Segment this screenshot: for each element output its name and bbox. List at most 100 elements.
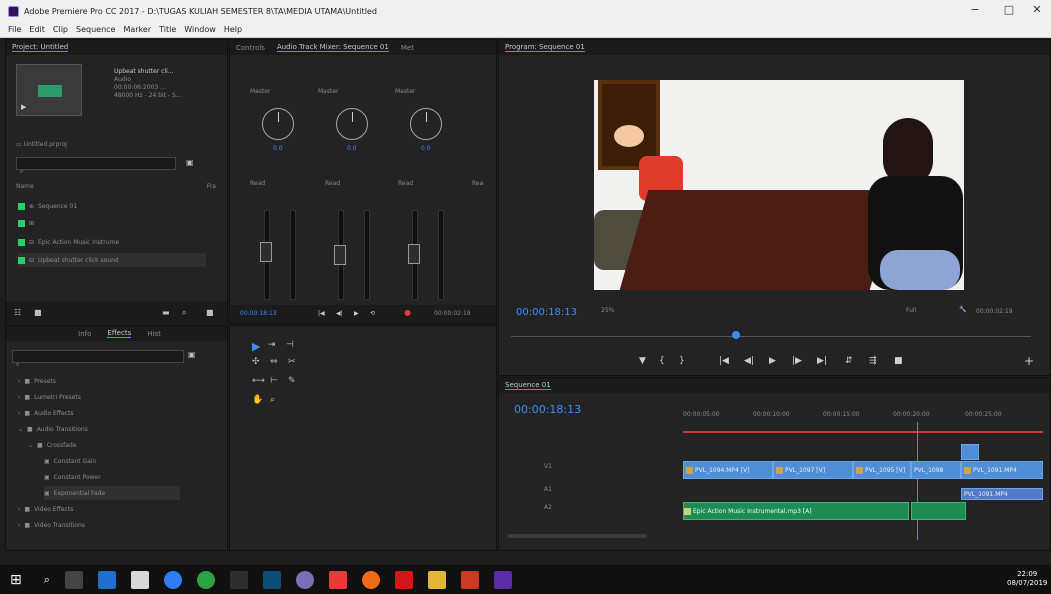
video-clip[interactable]: PVL_1091.MP4 xyxy=(961,461,1043,479)
search-icon[interactable]: ⌕ xyxy=(182,308,186,318)
effect-item[interactable]: ▣ Constant Gain xyxy=(44,454,96,468)
video-clip[interactable] xyxy=(961,444,979,460)
step-back-icon[interactable]: ◀| xyxy=(744,356,754,366)
pan-knob[interactable] xyxy=(410,108,442,140)
effects-folder[interactable]: › ■ Presets xyxy=(18,374,56,388)
mixer-track-label[interactable]: Master xyxy=(250,88,271,95)
playhead[interactable] xyxy=(732,331,740,339)
tab-history[interactable]: Hist xyxy=(147,330,161,338)
trash-icon[interactable]: ■ xyxy=(206,308,214,317)
mixer-time-left[interactable]: 00:00:18:13 xyxy=(240,310,277,317)
project-search-input[interactable]: ⌕ xyxy=(16,157,176,175)
overwrite-icon[interactable]: ⇶ xyxy=(869,356,877,366)
timeline-zoom-scrollbar[interactable] xyxy=(507,534,647,538)
play-icon[interactable]: ▶ xyxy=(21,103,26,111)
edge-icon[interactable] xyxy=(163,570,182,589)
timeline-playhead[interactable] xyxy=(917,422,918,540)
camera-icon[interactable]: ■ xyxy=(894,356,903,366)
settings-icon[interactable]: 🔧 xyxy=(959,306,966,313)
close-button[interactable]: ✕ xyxy=(1028,3,1046,16)
premiere-taskbar-icon[interactable] xyxy=(493,570,512,589)
program-scrub-bar[interactable] xyxy=(511,336,1031,337)
video-clip[interactable]: PVL_1097 [V] xyxy=(773,461,853,479)
mixer-track-label[interactable]: Master xyxy=(395,88,416,95)
play-icon[interactable]: ▶ xyxy=(769,356,776,366)
chrome-icon[interactable] xyxy=(196,570,215,589)
tab-effects[interactable]: Effects xyxy=(107,329,132,338)
tab-project[interactable]: Project: Untitled xyxy=(12,43,69,52)
folder-icon[interactable]: ▬ xyxy=(162,308,170,317)
time-ruler[interactable]: 00:00:05:00 00:00:10:00 00:00:15:00 00:0… xyxy=(683,402,1043,428)
program-timecode[interactable]: 00:00:18:13 xyxy=(516,307,577,318)
automation-mode[interactable]: Read xyxy=(325,180,340,187)
timeline-timecode[interactable]: 00:00:18:13 xyxy=(514,403,581,416)
new-bin-icon[interactable]: ▣ xyxy=(188,350,196,359)
menu-clip[interactable]: Clip xyxy=(53,25,68,34)
selection-tool-icon[interactable]: ▶ xyxy=(252,340,260,353)
menu-help[interactable]: Help xyxy=(224,25,242,34)
step-forward-icon[interactable]: |▶ xyxy=(792,356,802,366)
volume-fader[interactable] xyxy=(408,244,420,264)
effects-folder[interactable]: › ■ Audio Effects xyxy=(18,406,73,420)
list-view-icon[interactable]: ☷ xyxy=(14,308,21,317)
effects-search-input[interactable]: ⌕ xyxy=(12,350,184,368)
pen-tool-icon[interactable]: ✎ xyxy=(288,376,296,386)
add-marker-icon[interactable]: ▼ xyxy=(639,356,646,366)
vlc-icon[interactable] xyxy=(328,570,347,589)
volume-fader[interactable] xyxy=(334,245,346,265)
mixer-track-label[interactable]: Master xyxy=(318,88,339,95)
powerpoint-icon[interactable] xyxy=(460,570,479,589)
project-item[interactable]: ⊟ Upbeat shutter click sound xyxy=(18,253,206,267)
project-item[interactable]: ⊞ xyxy=(18,216,38,230)
volume-fader[interactable] xyxy=(260,242,272,262)
search-icon[interactable]: ⌕ xyxy=(44,573,50,587)
track-label-a1[interactable]: A1 xyxy=(544,486,552,493)
playback-resolution[interactable]: Full xyxy=(906,307,916,314)
audio-link-clip[interactable]: PVL_1091.MP4 xyxy=(961,488,1043,500)
zoom-tool-icon[interactable]: ⌕ xyxy=(270,395,275,405)
go-to-out-icon[interactable]: ▶| xyxy=(817,356,827,366)
loop-icon[interactable]: ⟲ xyxy=(370,310,375,317)
column-name[interactable]: Name xyxy=(16,183,34,190)
tab-controls[interactable]: Controls xyxy=(236,44,265,52)
task-view-icon[interactable] xyxy=(64,570,83,589)
effects-folder[interactable]: › ■ Video Transitions xyxy=(18,518,85,532)
windows-start-icon[interactable]: ⊞ xyxy=(10,572,22,588)
menu-marker[interactable]: Marker xyxy=(123,25,151,34)
pan-knob[interactable] xyxy=(336,108,368,140)
step-back-icon[interactable]: ◀| xyxy=(336,310,343,317)
video-clip[interactable]: PVL_1095 [V] xyxy=(853,461,911,479)
tab-info[interactable]: Info xyxy=(78,330,91,338)
effects-folder[interactable]: ⌄ ■ Audio Transitions xyxy=(18,422,88,436)
slide-tool-icon[interactable]: ⊢ xyxy=(270,376,278,386)
menu-file[interactable]: File xyxy=(8,25,21,34)
audio-clip[interactable] xyxy=(911,502,966,520)
photoshop-icon[interactable] xyxy=(262,570,281,589)
effects-folder[interactable]: › ■ Lumetri Presets xyxy=(18,390,81,404)
hand-tool-icon[interactable]: ✋ xyxy=(252,395,263,405)
automation-mode[interactable]: Rea xyxy=(472,180,483,187)
store-icon[interactable] xyxy=(130,570,149,589)
automation-mode[interactable]: Read xyxy=(398,180,413,187)
video-clip[interactable]: PVL_1098 xyxy=(911,461,961,479)
add-button[interactable]: + xyxy=(1024,354,1034,368)
effects-folder[interactable]: ⌄ ■ Crossfade xyxy=(28,438,76,452)
pan-value[interactable]: 0.0 xyxy=(421,145,431,152)
rate-stretch-icon[interactable]: ⇔ xyxy=(270,357,278,367)
zoom-level[interactable]: 25% xyxy=(601,307,614,314)
effects-folder[interactable]: › ■ Video Effects xyxy=(18,502,73,516)
paint-icon[interactable] xyxy=(295,570,314,589)
video-clip[interactable]: PVL_1094.MP4 [V] xyxy=(683,461,773,479)
column-frame-rate[interactable]: Fra xyxy=(207,183,216,190)
effect-item-selected[interactable]: ▣ Exponential Fade xyxy=(44,486,180,500)
ripple-edit-icon[interactable]: ⊣ xyxy=(286,340,294,350)
app-icon[interactable] xyxy=(229,570,248,589)
automation-mode[interactable]: Read xyxy=(250,180,265,187)
tab-audio-track-mixer[interactable]: Audio Track Mixer: Sequence 01 xyxy=(276,43,389,52)
slip-tool-icon[interactable]: ⟷ xyxy=(252,376,265,386)
pan-value[interactable]: 0.0 xyxy=(273,145,283,152)
tab-sequence[interactable]: Sequence 01 xyxy=(505,381,551,390)
new-bin-icon[interactable]: ▣ xyxy=(186,158,194,167)
track-select-icon[interactable]: ⇥ xyxy=(268,340,276,350)
audio-clip[interactable]: Epic Action Music Instrumental.mp3 [A] xyxy=(683,502,909,520)
